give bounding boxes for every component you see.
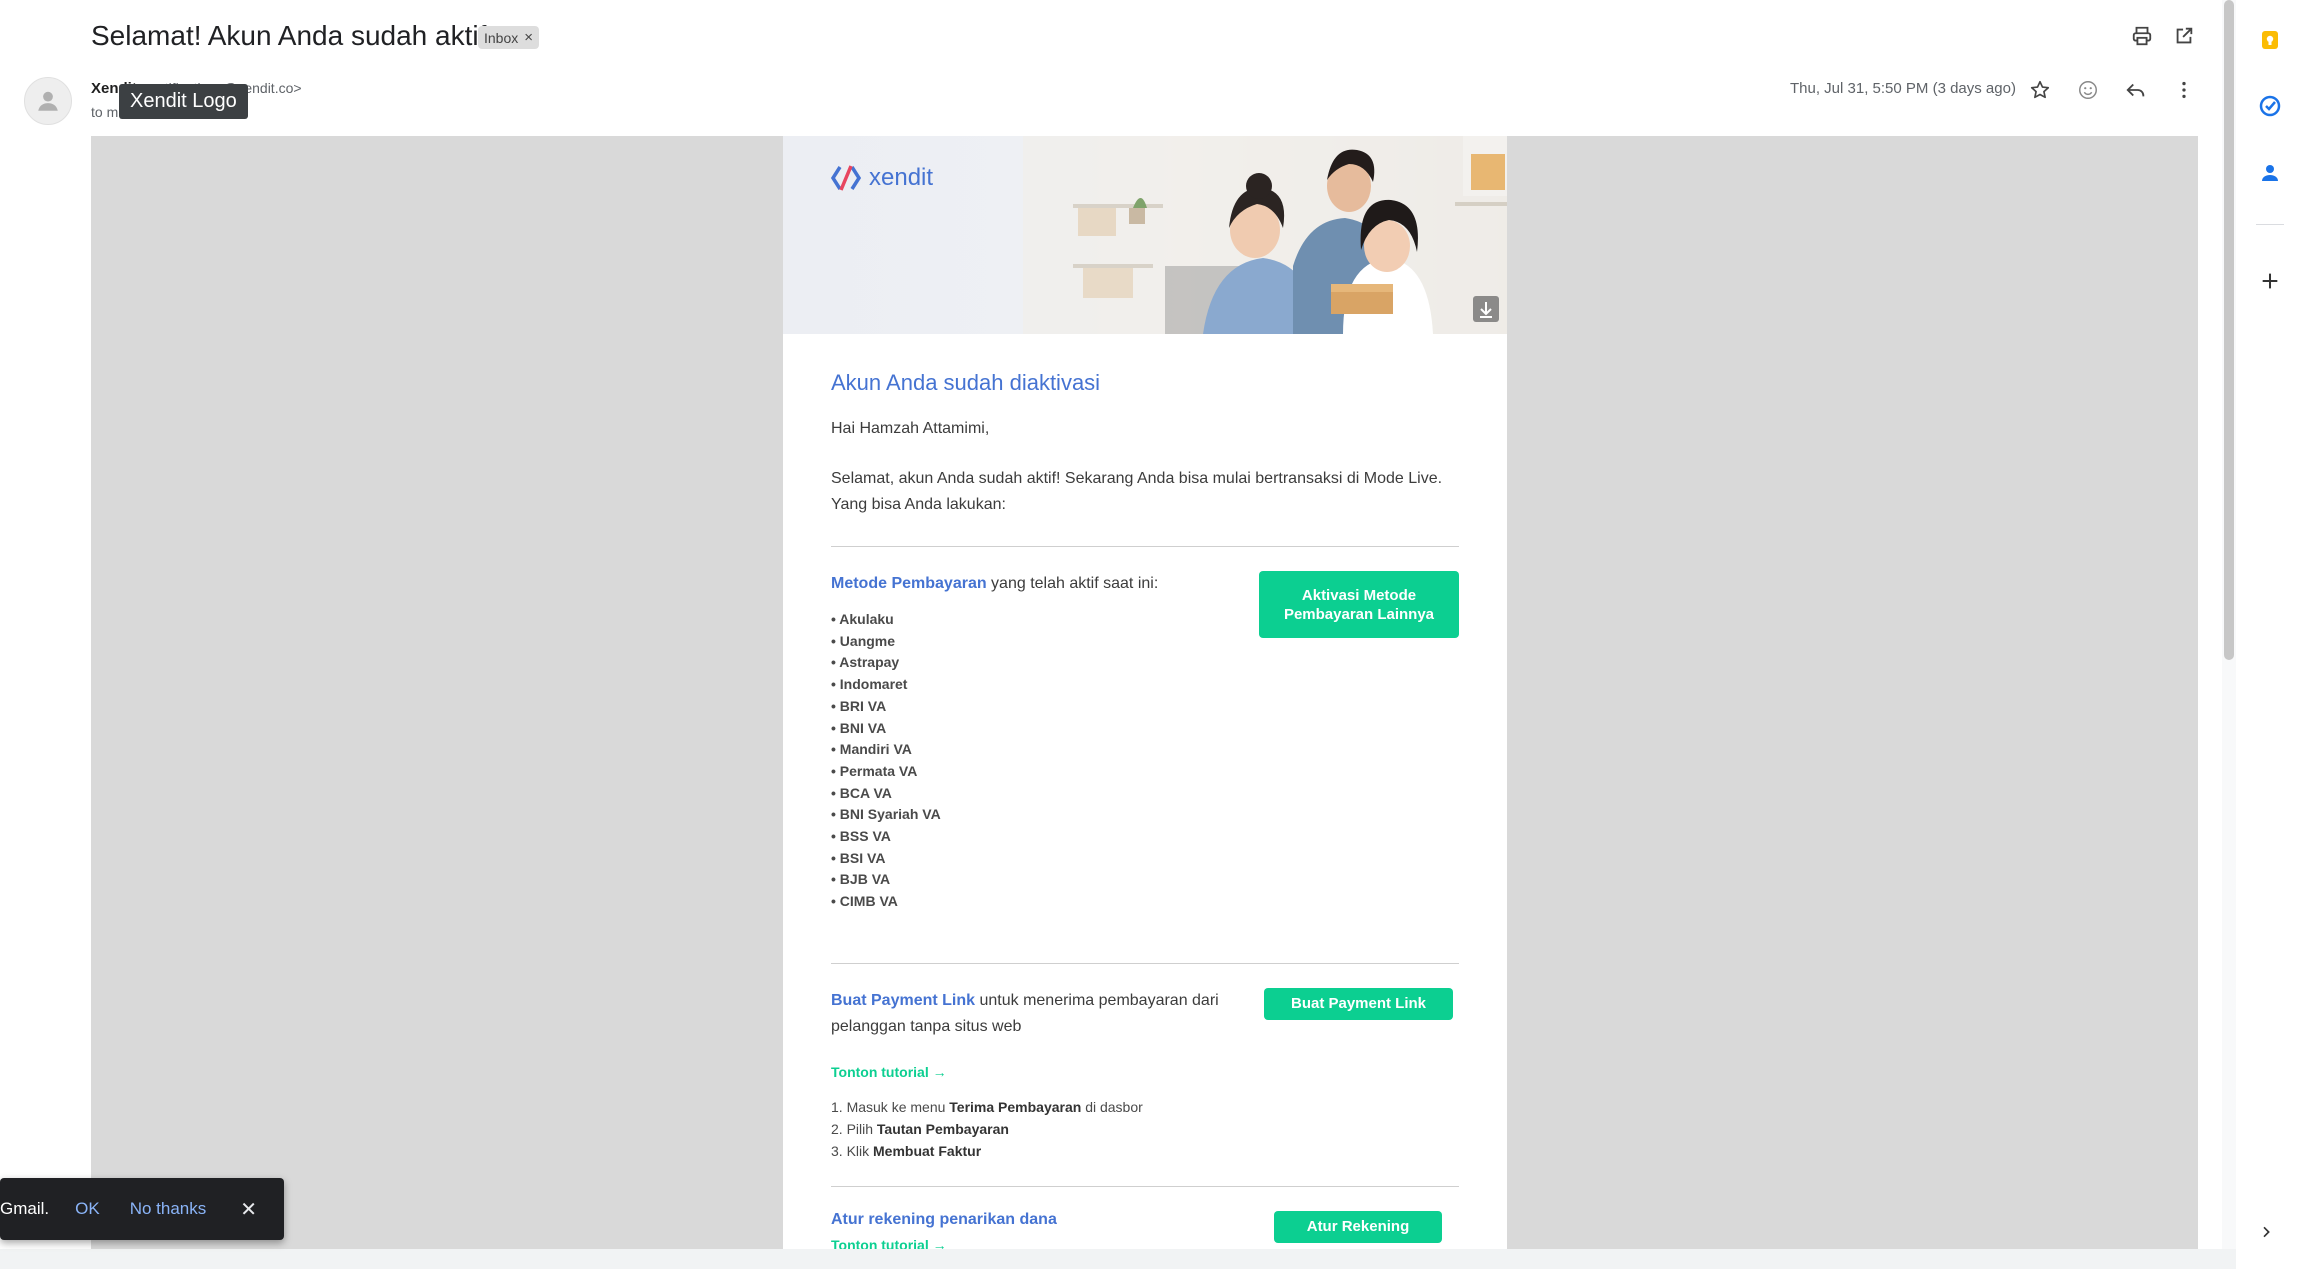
list-item: • BSS VA bbox=[831, 828, 891, 845]
step-item: 2. Pilih Tautan Pembayaran bbox=[831, 1120, 1009, 1137]
list-item: • BJB VA bbox=[831, 871, 891, 888]
recipient-line[interactable]: to m bbox=[91, 104, 118, 120]
inbox-label-text: Inbox bbox=[484, 29, 519, 46]
list-item: • Permata VA bbox=[831, 762, 918, 779]
list-item: • CIMB VA bbox=[831, 893, 898, 910]
avatar bbox=[24, 77, 72, 125]
list-item: • Uangme bbox=[831, 632, 896, 649]
email-main: Akun Anda sudah diaktivasi Hai Hamzah At… bbox=[831, 334, 1459, 1249]
email-date: Thu, Jul 31, 5:50 PM (3 days ago) bbox=[1790, 80, 2016, 97]
snackbar-ok-button[interactable]: OK bbox=[75, 1199, 100, 1219]
payment-methods-title-suffix: yang telah aktif saat ini: bbox=[986, 575, 1159, 592]
divider bbox=[831, 1185, 1459, 1187]
list-item: • Astrapay bbox=[831, 654, 900, 671]
email-heading: Akun Anda sudah diaktivasi bbox=[831, 370, 1101, 395]
list-item: • BSI VA bbox=[831, 849, 886, 866]
chevron-right-icon[interactable] bbox=[2252, 1218, 2280, 1246]
intro-paragraph: Selamat, akun Anda sudah aktif! Sekarang… bbox=[831, 470, 1443, 513]
divider bbox=[831, 546, 1459, 547]
email-subject: Selamat! Akun Anda sudah aktif bbox=[91, 20, 487, 51]
rekening-title-link[interactable]: Atur rekening penarikan dana bbox=[831, 1211, 1251, 1229]
emoji-icon[interactable] bbox=[2070, 72, 2106, 108]
create-payment-link-button[interactable]: Buat Payment Link bbox=[1264, 987, 1453, 1020]
more-vert-icon[interactable] bbox=[2166, 72, 2202, 108]
list-item: • BNI Syariah VA bbox=[831, 806, 941, 823]
payment-link-section: Buat Payment Link untuk menerima pembaya… bbox=[831, 987, 1459, 1162]
payment-link-steps: 1. Masuk ke menu Terima Pembayaran di da… bbox=[831, 1096, 1251, 1162]
list-item: • Akulaku bbox=[831, 611, 894, 627]
list-item: • BNI VA bbox=[831, 719, 887, 736]
email-content: xendit Akun Anda sudah diaktivasi Hai Ha… bbox=[783, 136, 1507, 1249]
set-account-button[interactable]: Atur Rekening bbox=[1274, 1210, 1442, 1243]
side-panel bbox=[2236, 0, 2304, 1269]
add-icon[interactable] bbox=[2252, 263, 2288, 299]
print-icon[interactable] bbox=[2124, 18, 2160, 54]
rekening-tutorial-link[interactable]: Tonton tutorial → bbox=[831, 1237, 1251, 1249]
snackbar: Gmail. OK No thanks ✕ bbox=[0, 1178, 284, 1240]
inbox-label-chip[interactable]: Inbox × bbox=[478, 26, 540, 49]
divider bbox=[831, 962, 1459, 964]
greeting: Hai Hamzah Attamimi, bbox=[831, 420, 990, 437]
tooltip: Xendit Logo bbox=[119, 84, 248, 119]
rekening-section: Atur rekening penarikan dana Tonton tuto… bbox=[831, 1210, 1459, 1249]
banner-photo bbox=[1023, 136, 1507, 334]
snackbar-text: Gmail. bbox=[0, 1199, 50, 1218]
contacts-icon[interactable] bbox=[2252, 155, 2288, 191]
list-item: • BRI VA bbox=[831, 697, 887, 714]
keep-icon[interactable] bbox=[2252, 22, 2288, 58]
open-in-new-window-icon[interactable] bbox=[2166, 18, 2202, 54]
step-item: 1. Masuk ke menu Terima Pembayaran di da… bbox=[831, 1098, 1143, 1115]
step-item: 3. Klik Membuat Faktur bbox=[831, 1142, 982, 1159]
activate-payment-methods-button[interactable]: Aktivasi Metode Pembayaran Lainnya bbox=[1259, 571, 1459, 638]
scrollbar-thumb[interactable] bbox=[2224, 0, 2234, 660]
payment-methods-title-line: Metode Pembayaran yang telah aktif saat … bbox=[831, 571, 1251, 597]
close-icon[interactable]: ✕ bbox=[240, 1197, 257, 1222]
tasks-icon[interactable] bbox=[2252, 88, 2288, 124]
remove-label-icon[interactable]: × bbox=[524, 29, 533, 46]
header-banner: xendit bbox=[783, 136, 1507, 334]
payment-methods-section: Metode Pembayaran yang telah aktif saat … bbox=[831, 571, 1459, 913]
payment-methods-title-link[interactable]: Metode Pembayaran bbox=[831, 575, 987, 592]
reply-icon[interactable] bbox=[2118, 72, 2154, 108]
snackbar-no-thanks-button[interactable]: No thanks bbox=[130, 1199, 207, 1219]
payment-link-tutorial-link[interactable]: Tonton tutorial → bbox=[831, 1064, 1251, 1080]
payment-link-title-line: Buat Payment Link untuk menerima pembaya… bbox=[831, 988, 1251, 1040]
list-item: • Indomaret bbox=[831, 676, 908, 693]
payment-methods-list: • Akulaku • Uangme • Astrapay • Indomare… bbox=[831, 609, 1251, 913]
payment-link-title-link[interactable]: Buat Payment Link bbox=[831, 992, 975, 1009]
side-panel-divider bbox=[2256, 224, 2284, 225]
star-icon[interactable] bbox=[2022, 72, 2058, 108]
bottom-bar bbox=[0, 1249, 2236, 1269]
list-item: • Mandiri VA bbox=[831, 741, 912, 758]
list-item: • BCA VA bbox=[831, 784, 892, 801]
